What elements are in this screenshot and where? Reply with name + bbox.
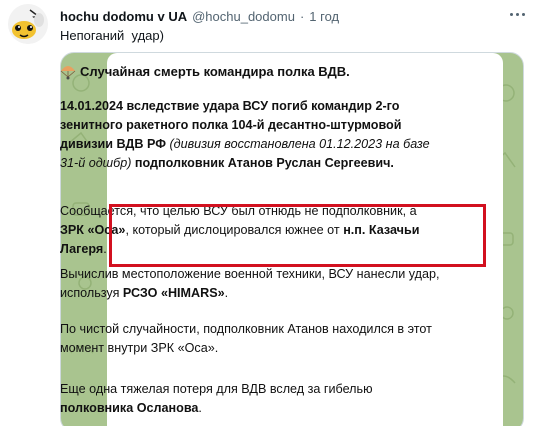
author-handle[interactable]: @hochu_dodomu <box>192 9 295 24</box>
author-avatar[interactable] <box>8 4 48 44</box>
cartoon-character-avatar <box>8 4 48 44</box>
tweet-timestamp[interactable]: 1 год <box>309 9 339 24</box>
post-paragraph-1: 14.01.2024 вследствие удара ВСУ погиб ко… <box>60 97 440 173</box>
tweet-header: hochu dodomu v UA @hochu_dodomu · 1 год <box>60 6 499 26</box>
para3-text-b: . <box>224 286 229 300</box>
commander-name: подполковник Атанов Руслан Сергеевич. <box>134 156 394 170</box>
tweet-text: Непоганий удар) <box>60 28 164 43</box>
post-paragraph-3: Вычислив местоположение военной техники,… <box>60 265 440 303</box>
para5-text-a: Еще одна тяжелая потеря для ВДВ вслед за… <box>60 382 373 396</box>
author-name[interactable]: hochu dodomu v UA <box>60 9 187 24</box>
rszo-himars: РСЗО «HIMARS» <box>122 286 225 300</box>
parachute-icon <box>60 65 76 79</box>
post-title: Случайная смерть командира полка ВДВ. <box>60 62 440 81</box>
highlight-box <box>109 204 486 267</box>
para2-text-c: . <box>103 242 107 256</box>
header-separator: · <box>299 8 305 24</box>
post-paragraph-5: Еще одна тяжелая потеря для ВДВ вслед за… <box>60 380 440 418</box>
para5-text-b: . <box>198 401 202 415</box>
more-icon[interactable] <box>507 6 527 22</box>
post-title-text: Случайная смерть командира полка ВДВ. <box>80 64 350 79</box>
colonel-name: полковника Осланова <box>60 401 199 415</box>
post-paragraph-4: По чистой случайности, подполковник Атан… <box>60 322 432 355</box>
para3-text-a: Вычислив местоположение военной техники,… <box>60 267 440 300</box>
